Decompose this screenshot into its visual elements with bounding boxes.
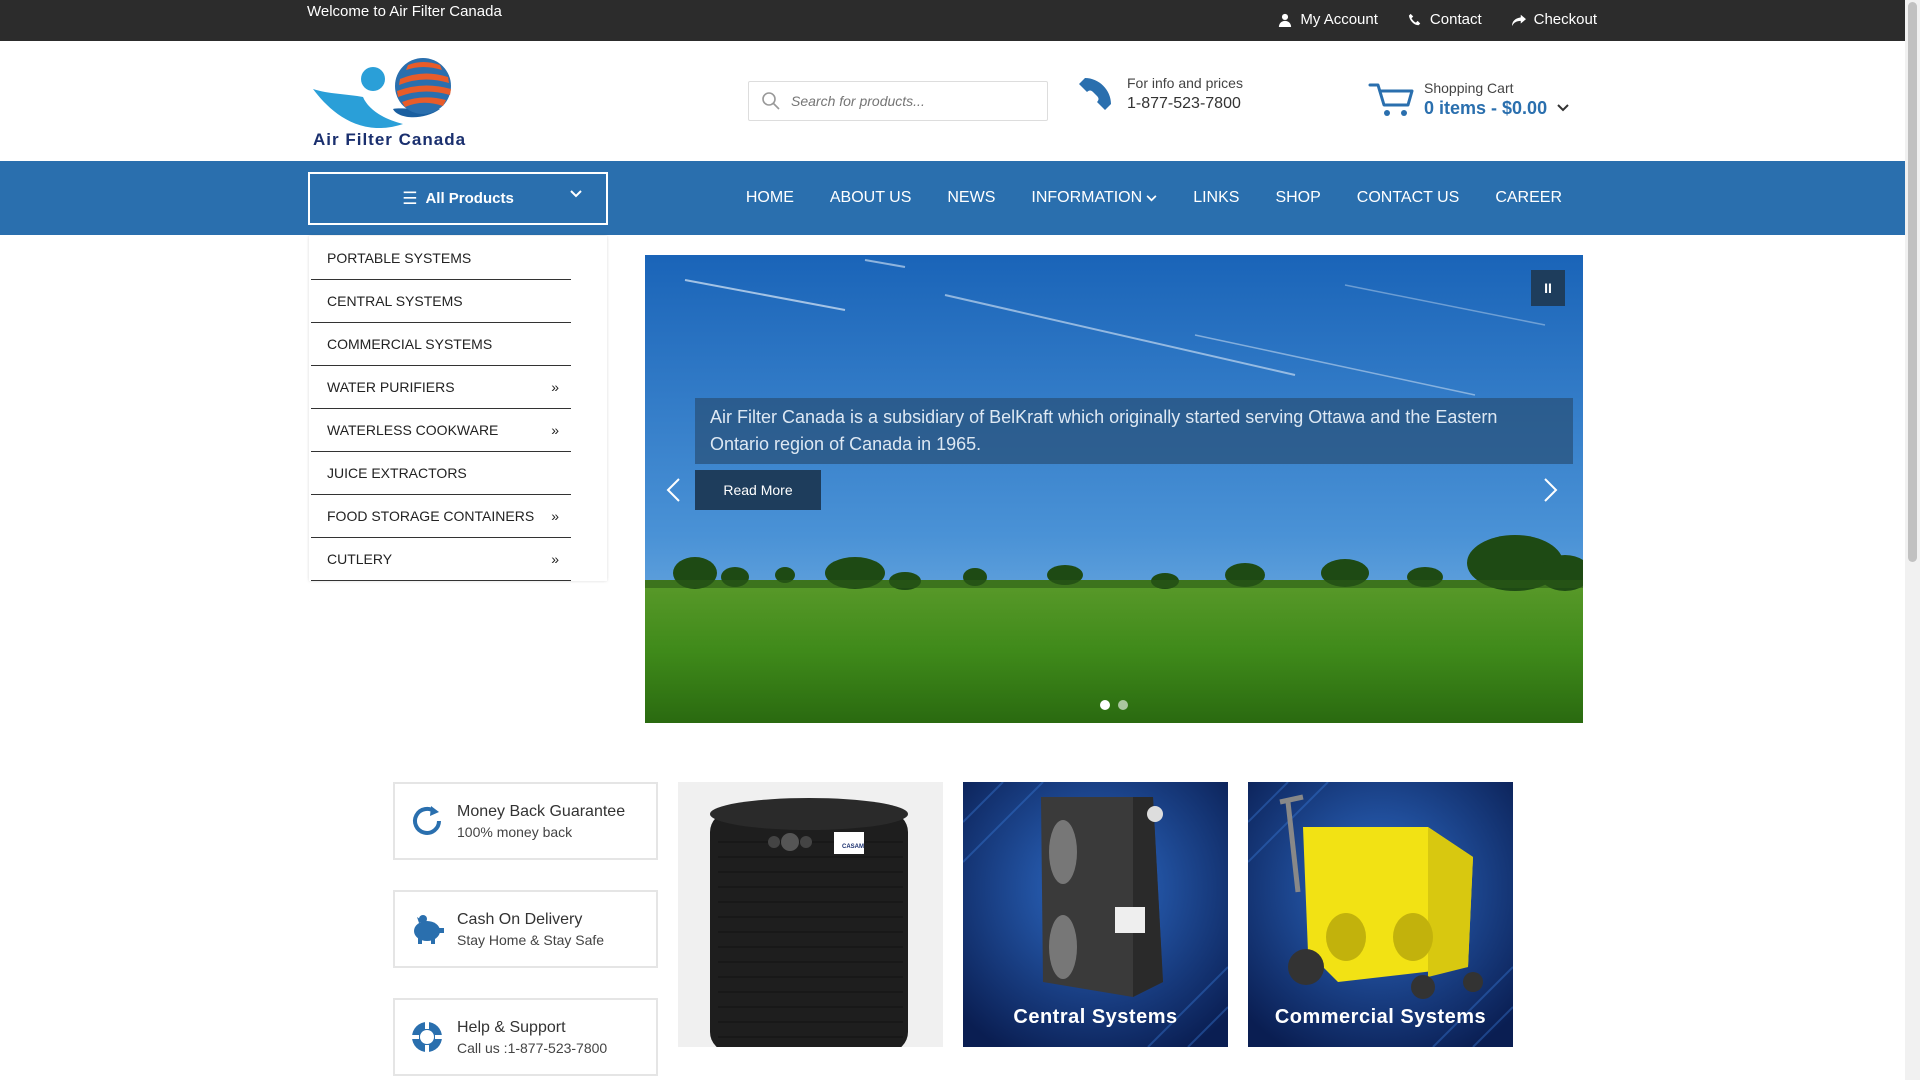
category-label: WATER PURIFIERS	[327, 379, 455, 395]
main-nav: ☰ All Products HOME ABOUT US NEWS INFORM…	[0, 161, 1905, 235]
category-cutlery[interactable]: CUTLERY »	[311, 538, 571, 581]
chevron-down-icon	[1146, 194, 1157, 201]
nav-career[interactable]: CAREER	[1477, 189, 1580, 207]
category-label: FOOD STORAGE CONTAINERS	[327, 508, 535, 524]
nav-information-label: INFORMATION	[1031, 189, 1143, 206]
feature-subtitle: Call us :1-877-523-7800	[457, 1039, 608, 1056]
category-waterless-cookware[interactable]: WATERLESS COOKWARE »	[311, 409, 571, 452]
slide-dots	[1100, 700, 1128, 710]
nav-about-us[interactable]: ABOUT US	[812, 189, 930, 207]
nav-shop[interactable]: SHOP	[1257, 189, 1338, 207]
feature-help-support: Help & Support Call us :1-877-523-7800	[393, 998, 658, 1076]
hero-slider: II Air Filter Canada is a subsidiary of …	[645, 255, 1583, 723]
logo-text: Air Filter Canada	[313, 130, 467, 149]
tile-label-central-systems: Central Systems	[1013, 1006, 1178, 1028]
menu-icon: ☰	[402, 188, 418, 208]
product-badge: CASAM	[842, 844, 864, 850]
category-label: JUICE EXTRACTORS	[327, 465, 467, 481]
scrollbar-thumb[interactable]	[1908, 2, 1917, 562]
shopping-cart[interactable]: Shopping Cart 0 items - $0.00	[1368, 79, 1569, 119]
phone-icon	[1079, 78, 1111, 110]
nav-links[interactable]: LINKS	[1175, 189, 1257, 207]
user-icon	[1279, 13, 1292, 27]
category-food-storage-containers[interactable]: FOOD STORAGE CONTAINERS »	[311, 495, 571, 538]
top-bar: Welcome to Air Filter Canada My Account …	[0, 0, 1905, 41]
share-icon	[1511, 14, 1526, 26]
phone-icon	[1408, 13, 1421, 25]
feature-subtitle: 100% money back	[457, 823, 573, 840]
page-scrollbar[interactable]	[1905, 0, 1920, 1080]
lifebuoy-icon	[411, 1021, 443, 1053]
category-label: CUTLERY	[327, 551, 393, 567]
search-box[interactable]	[748, 81, 1048, 121]
chevron-down-icon[interactable]	[1557, 104, 1569, 112]
feature-title: Cash On Delivery	[457, 910, 583, 928]
submenu-indicator: »	[551, 379, 559, 395]
submenu-indicator: »	[551, 551, 559, 567]
air-purifier-image	[710, 798, 908, 1047]
category-central-systems[interactable]: CENTRAL SYSTEMS	[311, 280, 571, 323]
cart-summary: 0 items - $0.00	[1424, 97, 1548, 118]
category-label: WATERLESS COOKWARE	[327, 422, 499, 438]
category-label: CENTRAL SYSTEMS	[327, 293, 463, 309]
phone-label: For info and prices	[1127, 75, 1243, 91]
chevron-left-icon[interactable]	[659, 475, 689, 505]
category-commercial-systems[interactable]: COMMERCIAL SYSTEMS	[311, 323, 571, 366]
my-account-link[interactable]: My Account	[1278, 11, 1378, 28]
read-more-button[interactable]: Read More	[695, 470, 821, 510]
phone-number[interactable]: 1-877-523-7800	[1127, 95, 1243, 113]
category-water-purifiers[interactable]: WATER PURIFIERS »	[311, 366, 571, 409]
category-portable-systems[interactable]: PORTABLE SYSTEMS	[311, 237, 571, 280]
nav-contact-us[interactable]: CONTACT US	[1339, 189, 1478, 207]
feature-cash-on-delivery: Cash On Delivery Stay Home & Stay Safe	[393, 890, 658, 968]
submenu-indicator: »	[551, 508, 559, 524]
nav-information[interactable]: INFORMATION	[1013, 189, 1175, 207]
slide-caption: Air Filter Canada is a subsidiary of Bel…	[695, 398, 1573, 464]
tile-portable-air-purifier[interactable]: CASAM	[678, 782, 943, 1047]
category-juice-extractors[interactable]: JUICE EXTRACTORS	[311, 452, 571, 495]
contact-label: Contact	[1429, 11, 1482, 28]
search-icon	[762, 92, 780, 110]
tile-label-commercial-systems: Commercial Systems	[1274, 1006, 1487, 1028]
slide-dot[interactable]	[1118, 700, 1128, 710]
top-links: My Account Contact Checkout	[1278, 11, 1597, 28]
cart-label: Shopping Cart	[1424, 79, 1514, 96]
slide-dot[interactable]	[1100, 700, 1110, 710]
category-menu: PORTABLE SYSTEMS CENTRAL SYSTEMS COMMERC…	[309, 236, 607, 581]
contact-link[interactable]: Contact	[1408, 11, 1482, 28]
phone-info: For info and prices 1-877-523-7800	[1077, 75, 1243, 113]
piggy-bank-icon	[414, 915, 444, 944]
all-products-label: All Products	[425, 190, 514, 207]
nav-menu: HOME ABOUT US NEWS INFORMATION LINKS SHO…	[728, 161, 1580, 235]
tile-commercial-systems[interactable]: Commercial Systems	[1248, 782, 1513, 1047]
my-account-label: My Account	[1300, 11, 1378, 28]
search-input[interactable]	[791, 93, 1031, 109]
feature-money-back: Money Back Guarantee 100% money back	[393, 782, 658, 860]
checkout-label: Checkout	[1533, 11, 1597, 28]
nav-home[interactable]: HOME	[728, 189, 812, 207]
feature-title: Help & Support	[457, 1018, 566, 1036]
tile-central-systems[interactable]: Central Systems	[963, 782, 1228, 1047]
cart-icon	[1368, 83, 1414, 116]
nav-news[interactable]: NEWS	[929, 189, 1013, 207]
category-label: COMMERCIAL SYSTEMS	[327, 336, 493, 352]
pause-button[interactable]: II	[1531, 270, 1565, 306]
chevron-right-icon[interactable]	[1535, 475, 1565, 505]
welcome-text: Welcome to Air Filter Canada	[307, 3, 502, 20]
checkout-link[interactable]: Checkout	[1511, 11, 1597, 28]
feature-title: Money Back Guarantee	[457, 802, 626, 820]
chevron-down-icon	[570, 190, 582, 198]
all-products-button[interactable]: ☰ All Products	[308, 172, 608, 225]
feature-subtitle: Stay Home & Stay Safe	[457, 931, 605, 948]
site-header: Air Filter Canada For info and prices 1-…	[0, 41, 1905, 161]
submenu-indicator: »	[551, 422, 559, 438]
category-label: PORTABLE SYSTEMS	[327, 250, 472, 266]
refresh-icon	[413, 806, 441, 835]
